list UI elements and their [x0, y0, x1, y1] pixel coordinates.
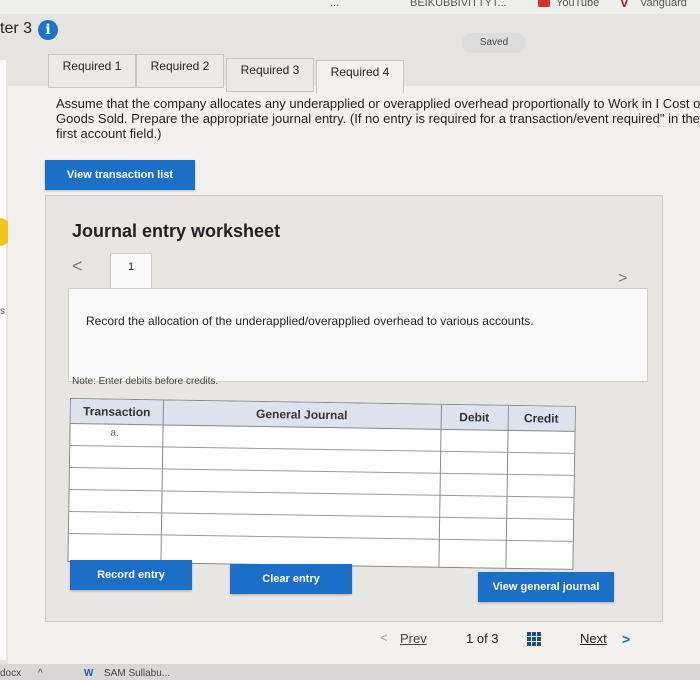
next-entry-arrow-icon[interactable]: > [618, 270, 627, 288]
clear-entry-button[interactable]: Clear entry [230, 564, 352, 594]
view-general-journal-button[interactable]: View general journal [478, 572, 614, 602]
left-sidebar-edge [0, 60, 6, 660]
chevron-up-icon[interactable]: ^ [38, 668, 43, 679]
sidebar-edge-text: s [0, 306, 5, 317]
entry-number-tab[interactable]: 1 [110, 253, 152, 289]
worksheet-title: Journal entry worksheet [72, 221, 281, 241]
page-count: 1 of 3 [466, 631, 499, 646]
view-transaction-list-button[interactable]: View transaction list [45, 160, 195, 190]
row-divider [69, 467, 574, 476]
info-icon[interactable]: i [38, 20, 58, 40]
browser-bookmarks-bar: ... BEIKUBBIVITTYT... YouTube V Vanguard [0, 0, 700, 14]
prev-entry-arrow-icon[interactable]: < [72, 256, 83, 277]
header-general-journal: General Journal [162, 400, 441, 430]
bookmark-link[interactable]: BEIKUBBIVITTYT... [410, 0, 507, 9]
youtube-icon [538, 0, 550, 7]
row-divider [69, 489, 574, 498]
prev-chevron-icon[interactable]: < [380, 630, 388, 645]
record-entry-button[interactable]: Record entry [70, 560, 192, 590]
chapter-title: ter 3 [0, 20, 33, 37]
bookmark-link[interactable]: ... [330, 0, 339, 9]
next-chevron-icon[interactable]: > [622, 631, 630, 647]
grid-menu-icon[interactable] [527, 632, 541, 646]
row-divider [69, 511, 574, 520]
header-credit: Credit [507, 405, 575, 432]
word-file-icon: W [84, 668, 94, 679]
taskbar-file-type[interactable]: docx [0, 668, 21, 679]
journal-table: Transaction General Journal Debit Credit… [67, 398, 576, 570]
header-debit: Debit [440, 404, 508, 431]
record-instruction-box [68, 288, 648, 382]
transaction-cell: a. [110, 427, 119, 439]
next-page-link[interactable]: Next [580, 631, 607, 646]
instructions-text: Assume that the company allocates any un… [56, 96, 700, 141]
header-transaction: Transaction [70, 399, 163, 426]
row-divider [70, 445, 575, 454]
taskbar-file-name[interactable]: SAM Sullabu... [104, 668, 170, 679]
debits-note: Note: Enter debits before credits. [72, 376, 219, 387]
vanguard-icon: V [620, 0, 629, 10]
bookmark-youtube[interactable]: YouTube [556, 0, 599, 9]
tab-required-3[interactable]: Required 3 [226, 58, 314, 92]
record-instruction-text: Record the allocation of the underapplie… [86, 314, 534, 328]
tab-required-4[interactable]: Required 4 [316, 60, 404, 94]
bookmark-vanguard[interactable]: Vanguard [640, 0, 687, 9]
prev-page-link[interactable]: Prev [400, 631, 427, 646]
tab-required-2[interactable]: Required 2 [136, 54, 224, 88]
row-divider [68, 532, 573, 542]
tab-required-1[interactable]: Required 1 [48, 54, 136, 88]
saved-status-badge: Saved [462, 33, 526, 53]
